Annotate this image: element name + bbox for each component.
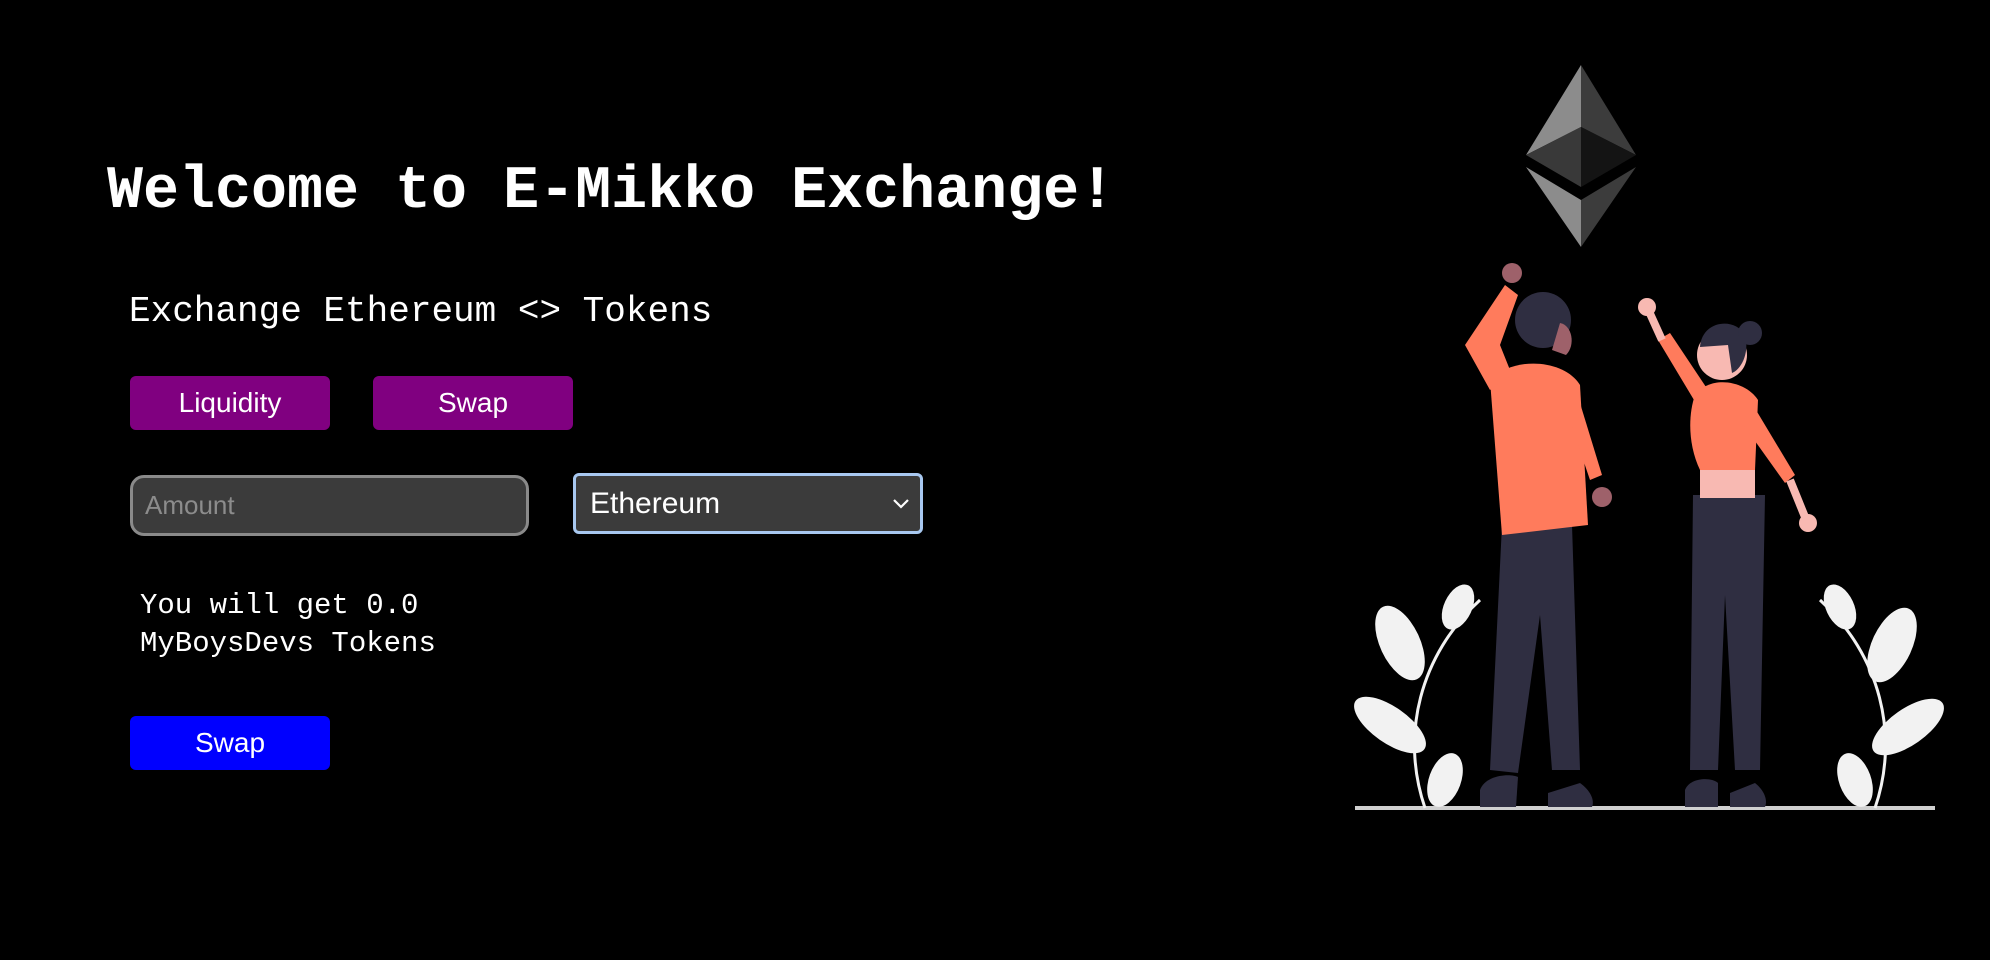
token-select-container[interactable]: Ethereum	[573, 473, 923, 534]
right-plant	[1818, 584, 1944, 809]
two-people-cheering-illustration	[1354, 65, 1944, 810]
swap-tab-button[interactable]: Swap	[373, 376, 573, 430]
ethereum-logo-icon	[1526, 65, 1636, 247]
liquidity-tab-button[interactable]: Liquidity	[130, 376, 330, 430]
page-title: Welcome to E-Mikko Exchange!	[107, 158, 1116, 226]
estimated-output-text: You will get 0.0 MyBoysDevs Tokens	[140, 589, 436, 660]
token-select[interactable]: Ethereum	[576, 476, 920, 531]
swap-button[interactable]: Swap	[130, 716, 330, 770]
left-plant	[1354, 584, 1482, 809]
woman-figure	[1638, 298, 1817, 807]
man-figure	[1465, 263, 1612, 807]
amount-input[interactable]	[130, 475, 529, 536]
page-subtitle: Exchange Ethereum <> Tokens	[129, 291, 713, 332]
